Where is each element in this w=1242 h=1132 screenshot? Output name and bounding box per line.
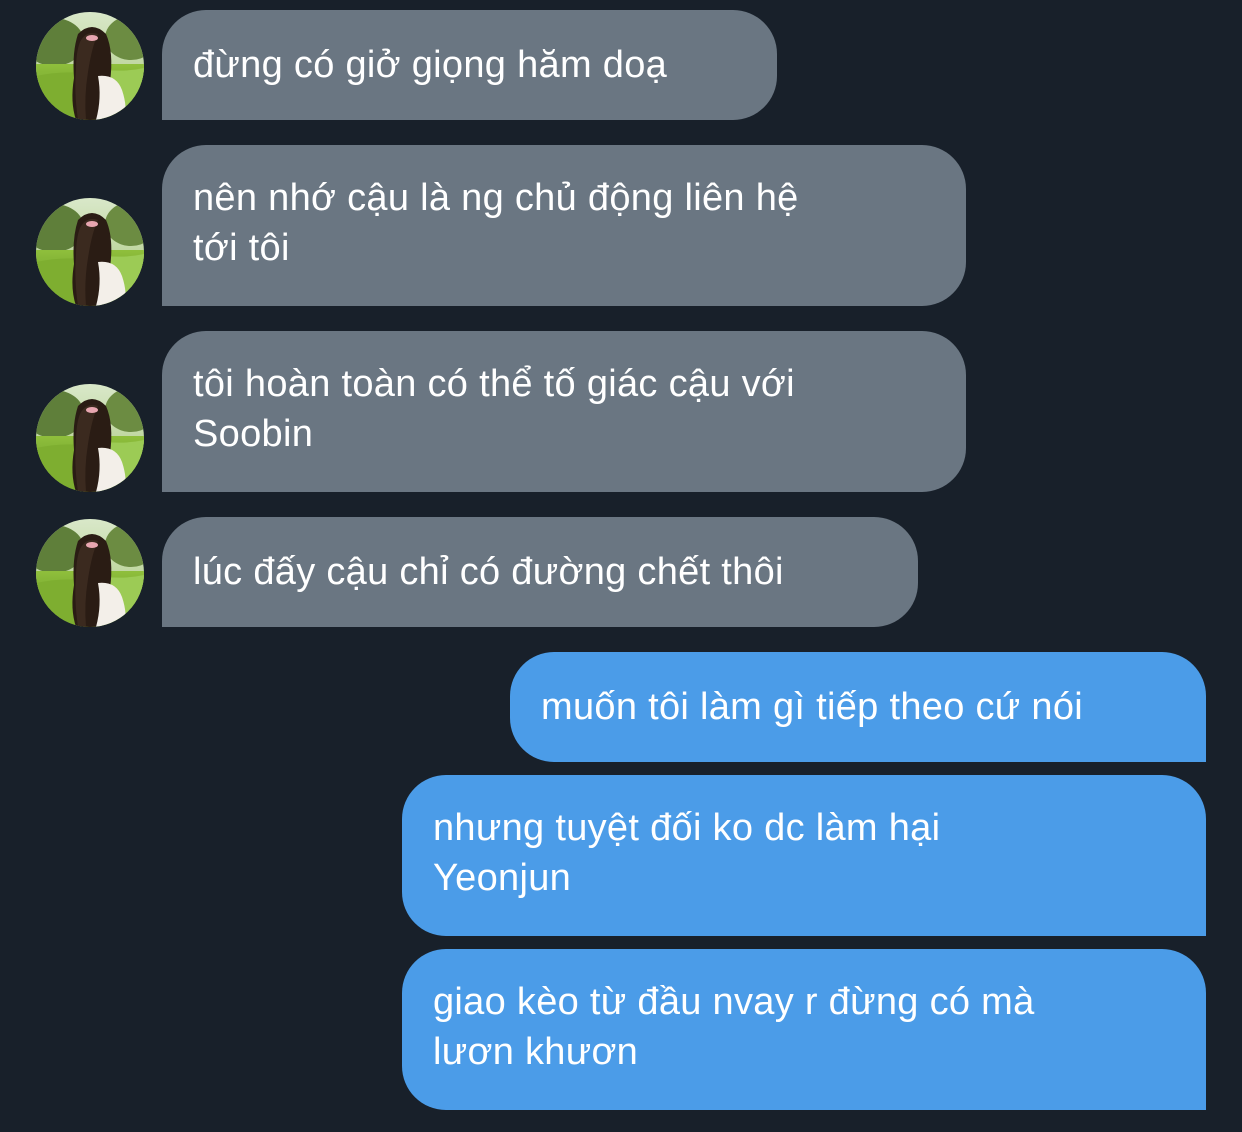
contact-avatar[interactable] (36, 519, 144, 627)
incoming-message[interactable]: đừng có giở giọng hăm doạ (162, 10, 777, 120)
message-line: Soobin (193, 413, 314, 455)
contact-avatar[interactable] (36, 384, 144, 492)
outgoing-message[interactable]: giao kèo từ đầu nvay r đừng có mà lươn k… (402, 949, 1206, 1110)
outgoing-message[interactable]: muốn tôi làm gì tiếp theo cứ nói (510, 652, 1206, 762)
outgoing-message[interactable]: nhưng tuyệt đối ko dc làm hại Yeonjun (402, 775, 1206, 936)
incoming-message[interactable]: lúc đấy cậu chỉ có đường chết thôi (162, 517, 918, 627)
message-line: lúc đấy cậu chỉ có đường chết thôi (193, 551, 784, 593)
contact-photo-icon (36, 384, 144, 492)
message-line: giao kèo từ đầu nvay r đừng có mà (433, 981, 1035, 1023)
contact-photo-icon (36, 12, 144, 120)
incoming-message[interactable]: nên nhớ cậu là ng chủ động liên hệ tới t… (162, 145, 966, 306)
message-line: nên nhớ cậu là ng chủ động liên hệ (193, 177, 799, 219)
contact-avatar[interactable] (36, 12, 144, 120)
message-line: nhưng tuyệt đối ko dc làm hại (433, 807, 941, 849)
message-line: đừng có giở giọng hăm doạ (193, 44, 668, 86)
contact-photo-icon (36, 519, 144, 627)
contact-avatar[interactable] (36, 198, 144, 306)
message-line: muốn tôi làm gì tiếp theo cứ nói (541, 686, 1083, 728)
message-line: Yeonjun (433, 857, 572, 899)
message-line: tới tôi (193, 227, 290, 269)
message-line: lươn khươn (433, 1031, 639, 1073)
incoming-message[interactable]: tôi hoàn toàn có thể tố giác cậu với Soo… (162, 331, 966, 492)
contact-photo-icon (36, 198, 144, 306)
message-line: tôi hoàn toàn có thể tố giác cậu với (193, 363, 795, 405)
